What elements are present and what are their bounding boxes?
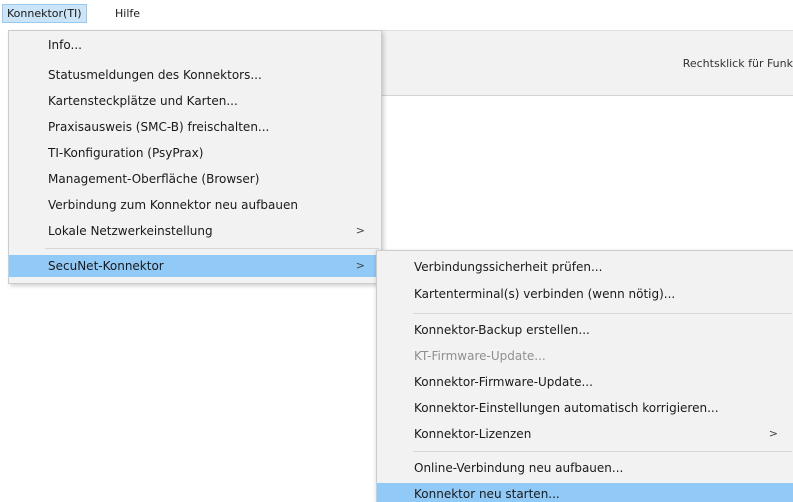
menu-item-label: Konnektor neu starten...: [414, 487, 560, 501]
chevron-right-icon: >: [355, 259, 365, 272]
menu-item-einstellungen-korrigieren[interactable]: Konnektor-Einstellungen automatisch korr…: [377, 397, 793, 419]
menu-item-label: Management-Oberfläche (Browser): [48, 172, 260, 186]
menu-item-label: Konnektor-Lizenzen: [414, 427, 532, 441]
menu-item-label: Lokale Netzwerkeinstellung: [48, 224, 213, 238]
chevron-right-icon: >: [355, 224, 365, 237]
menu-item-info[interactable]: Info...: [9, 34, 381, 56]
chevron-right-icon: >: [768, 427, 778, 440]
menu-item-lokale-netzwerkeinstellung[interactable]: Lokale Netzwerkeinstellung >: [9, 220, 381, 242]
menu-item-verbindungssicherheit-pruefen[interactable]: Verbindungssicherheit prüfen...: [377, 256, 793, 278]
menu-item-management-oberflaeche[interactable]: Management-Oberfläche (Browser): [9, 168, 381, 190]
menubar: Konnektor(TI) Hilfe: [0, 0, 793, 27]
menu-item-label: SecuNet-Konnektor: [48, 259, 164, 273]
menu-separator: [45, 248, 379, 249]
menu-item-konnektor-neu-starten[interactable]: Konnektor neu starten...: [377, 483, 793, 502]
menu-item-ti-konfiguration[interactable]: TI-Konfiguration (PsyPrax): [9, 142, 381, 164]
menu-item-kartensteckplaetze[interactable]: Kartensteckplätze und Karten...: [9, 90, 381, 112]
menu-separator: [413, 313, 792, 314]
menu-item-label: Konnektor-Backup erstellen...: [414, 323, 590, 337]
menu-item-statusmeldungen[interactable]: Statusmeldungen des Konnektors...: [9, 64, 381, 86]
konnektor-dropdown-menu: Info... Statusmeldungen des Konnektors..…: [8, 30, 382, 284]
menu-item-online-verbindung-neu-aufbauen[interactable]: Online-Verbindung neu aufbauen...: [377, 457, 793, 479]
menu-item-label: Konnektor-Firmware-Update...: [414, 375, 593, 389]
menu-konnektor-ti[interactable]: Konnektor(TI): [2, 4, 87, 23]
menu-item-label: Konnektor-Einstellungen automatisch korr…: [414, 401, 719, 415]
menu-item-kartenterminal-verbinden[interactable]: Kartenterminal(s) verbinden (wenn nötig)…: [377, 283, 793, 305]
background-header: Rechtsklick für Funk: [380, 30, 793, 96]
menu-item-label: KT-Firmware-Update...: [414, 349, 546, 363]
menu-item-label: Kartenterminal(s) verbinden (wenn nötig)…: [414, 287, 676, 301]
menu-item-label: TI-Konfiguration (PsyPrax): [48, 146, 204, 160]
menu-item-verbindung-neu-aufbauen[interactable]: Verbindung zum Konnektor neu aufbauen: [9, 194, 381, 216]
menu-item-praxisausweis[interactable]: Praxisausweis (SMC-B) freischalten...: [9, 116, 381, 138]
menu-item-kt-firmware-update: KT-Firmware-Update...: [377, 345, 793, 367]
menu-item-konnektor-backup[interactable]: Konnektor-Backup erstellen...: [377, 319, 793, 341]
menu-item-label: Praxisausweis (SMC-B) freischalten...: [48, 120, 270, 134]
secunet-submenu: Verbindungssicherheit prüfen... Kartente…: [376, 250, 793, 502]
menu-separator: [413, 451, 792, 452]
menu-item-label: Verbindungssicherheit prüfen...: [414, 260, 603, 274]
menu-item-label: Verbindung zum Konnektor neu aufbauen: [48, 198, 298, 212]
application-window: Konnektor(TI) Hilfe Rechtsklick für Funk…: [0, 0, 793, 502]
menu-item-label: Kartensteckplätze und Karten...: [48, 94, 238, 108]
menu-item-label: Online-Verbindung neu aufbauen...: [414, 461, 624, 475]
right-click-hint: Rechtsklick für Funk: [682, 57, 793, 70]
menu-item-label: Info...: [48, 38, 82, 52]
menu-item-label: Statusmeldungen des Konnektors...: [48, 68, 262, 82]
menu-item-konnektor-firmware-update[interactable]: Konnektor-Firmware-Update...: [377, 371, 793, 393]
menu-item-secunet-konnektor[interactable]: SecuNet-Konnektor >: [9, 255, 381, 277]
menu-hilfe[interactable]: Hilfe: [111, 5, 144, 22]
menu-item-konnektor-lizenzen[interactable]: Konnektor-Lizenzen >: [377, 423, 793, 445]
